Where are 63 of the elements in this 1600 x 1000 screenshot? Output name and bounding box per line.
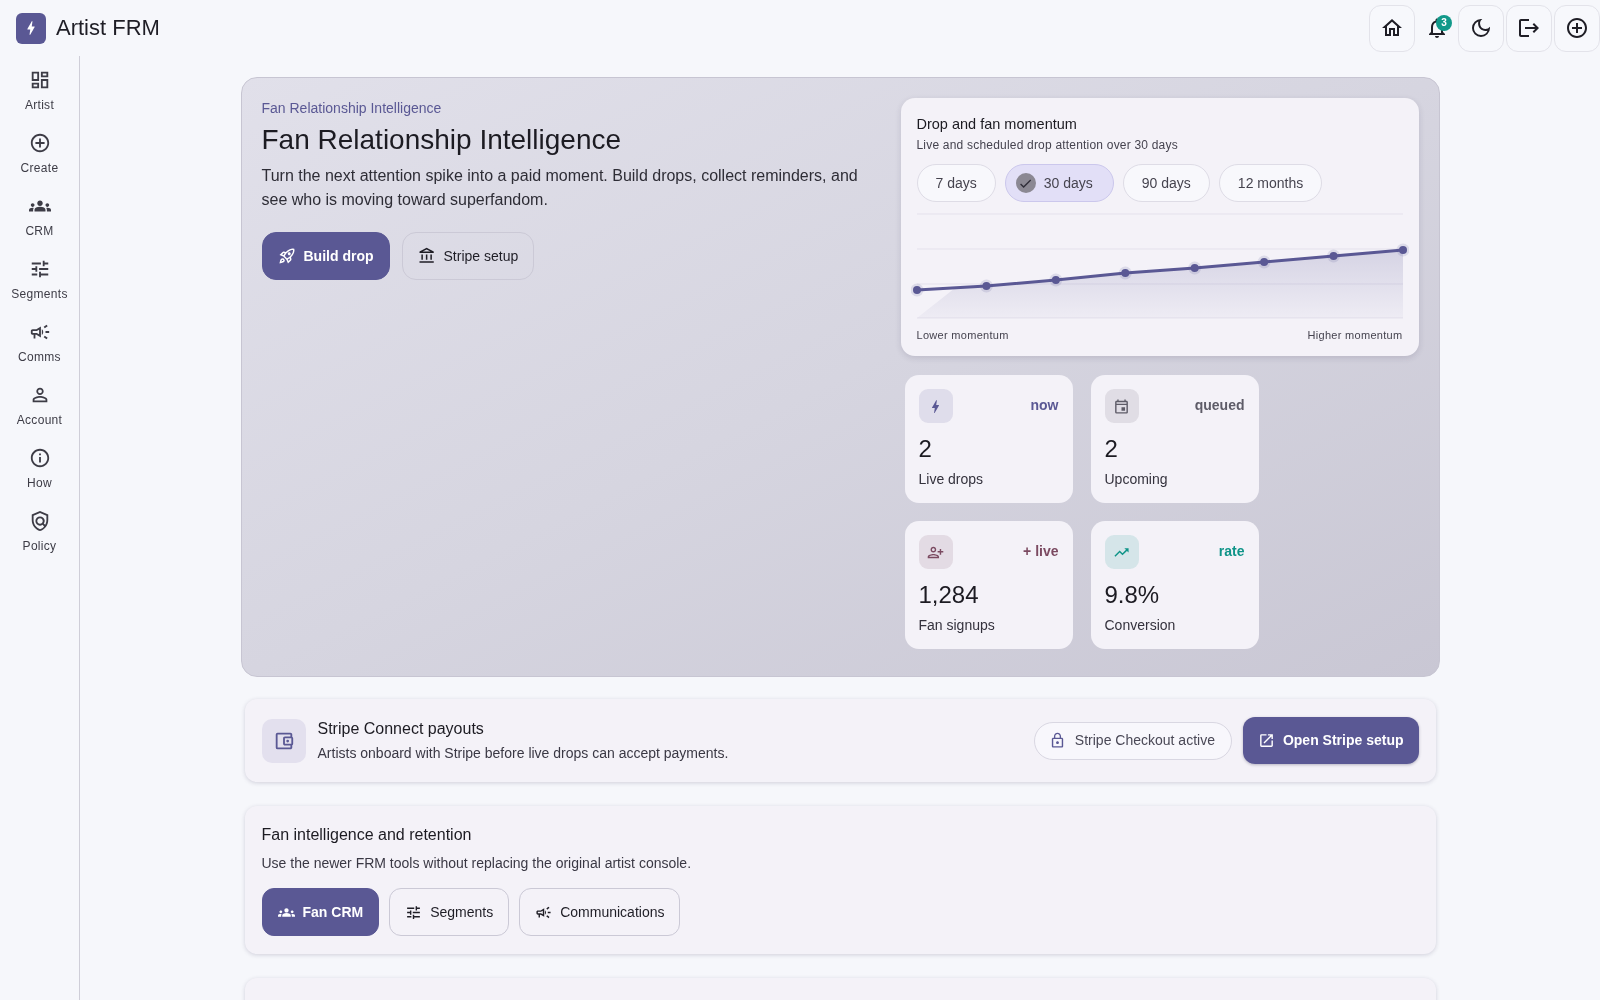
stat-value: 2 <box>1104 434 1119 464</box>
info-icon <box>28 447 51 469</box>
bolt-icon <box>918 389 953 423</box>
theme-button[interactable] <box>1458 4 1504 52</box>
bolt-logo-icon <box>16 12 46 44</box>
stat-tag: + live <box>1023 542 1059 560</box>
home-button[interactable] <box>1369 4 1415 52</box>
add-button[interactable] <box>1554 4 1600 52</box>
eyebrow-text: Fan Relationship Intelligence <box>261 99 443 118</box>
nav-item[interactable]: Artist <box>3 58 76 121</box>
card-title: Drop and fan momentum <box>916 115 1078 134</box>
nav-item[interactable]: Account <box>3 373 76 436</box>
sliders-icon <box>405 903 423 921</box>
axis-label: Higher momentum <box>1307 328 1403 342</box>
logout-button[interactable] <box>1506 4 1552 52</box>
stat-tag: rate <box>1218 542 1245 560</box>
check-icon <box>1015 173 1036 193</box>
bank-icon <box>417 247 436 265</box>
nav-item[interactable]: Segments <box>3 247 76 310</box>
wallet-icon <box>261 718 306 763</box>
calendar-icon <box>1104 389 1139 423</box>
card-description: Use the newer FRM tools without replacing the original artist console. <box>261 854 693 873</box>
primary-button[interactable]: Build drop <box>261 232 390 280</box>
stat-value: 1,284 <box>918 580 980 610</box>
card-title: Fan intelligence and retention <box>261 825 473 845</box>
stat-label: Upcoming <box>1104 470 1169 489</box>
card-description: Artists onboard with Stripe before live drops can accept payments. <box>317 744 730 763</box>
range-chip[interactable]: 12 months <box>1218 164 1323 202</box>
stat-tag: queued <box>1194 396 1245 414</box>
nav-item[interactable]: Comms <box>3 310 76 373</box>
card-subtitle: Live and scheduled drop attention over 30 days <box>916 137 1179 153</box>
axis-label: Lower momentum <box>916 328 1009 342</box>
stat-label: Live drops <box>918 470 985 489</box>
nav-item[interactable]: CRM <box>3 184 76 247</box>
trending-up-icon <box>1104 535 1139 569</box>
external-link-icon <box>1257 732 1275 749</box>
app-title: Artist FRM <box>56 14 160 42</box>
notifications-button[interactable]: 3 <box>1417 4 1456 52</box>
rocket-icon <box>277 247 296 265</box>
outline-button[interactable]: Communications <box>519 888 681 936</box>
stat-value: 2 <box>918 434 933 464</box>
card-title: Stripe Connect payouts <box>317 719 485 739</box>
outline-button[interactable]: Segments <box>389 888 510 936</box>
moon-icon <box>1469 16 1493 40</box>
open-setup-button[interactable]: Open Stripe setup <box>1242 717 1419 764</box>
status-chip: Stripe Checkout active <box>1033 721 1232 760</box>
nav-item[interactable]: How <box>3 436 76 499</box>
stat-label: Fan signups <box>918 616 996 635</box>
hero-title: Fan Relationship Intelligence <box>261 123 623 157</box>
outline-button[interactable]: Stripe setup <box>401 232 535 280</box>
primary-button[interactable]: Fan CRM <box>261 888 380 936</box>
range-chip[interactable]: 30 days <box>1004 164 1114 202</box>
nav-item[interactable]: Create <box>3 121 76 184</box>
logout-icon <box>1517 16 1541 40</box>
stat-label: Conversion <box>1104 616 1177 635</box>
range-chip[interactable]: 7 days <box>916 164 996 202</box>
hero-description: Turn the next attention spike into a paid moment. Build drops, collect reminders, and see who is moving toward superfandom. <box>261 166 859 210</box>
stat-value: 9.8% <box>1104 580 1161 610</box>
notification-badge: 3 <box>1436 14 1452 31</box>
stat-tag: now <box>1030 396 1059 414</box>
range-chip[interactable]: 90 days <box>1122 164 1210 202</box>
person-add-icon <box>918 535 953 569</box>
nav-item[interactable]: Policy <box>3 499 76 562</box>
